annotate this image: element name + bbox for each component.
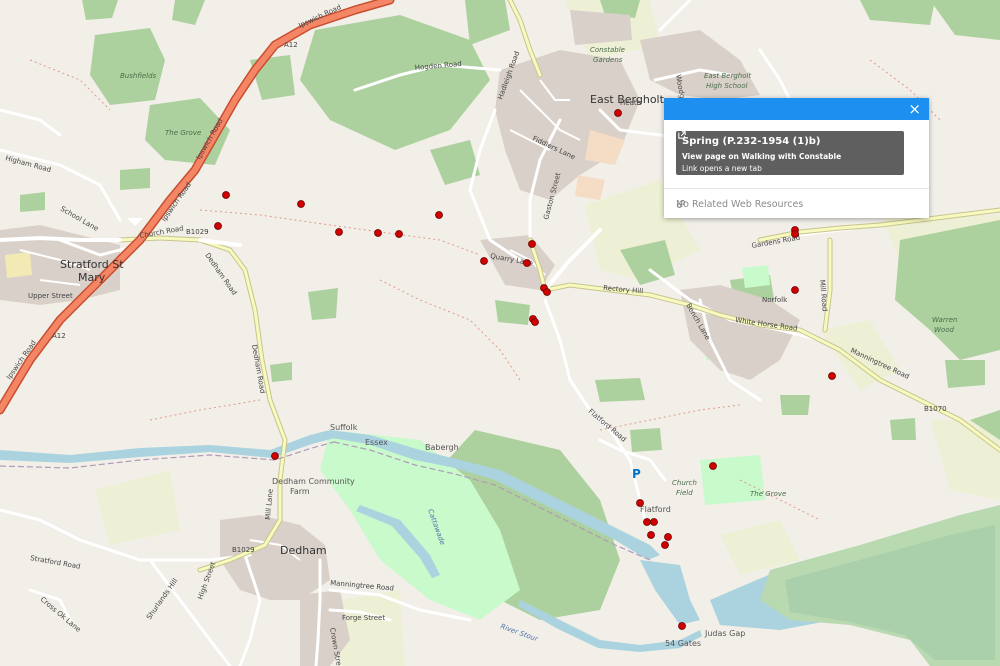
road-label-b1029-1: B1029 (186, 228, 209, 236)
map-canvas[interactable]: East Bergholt Stratford St Mary Dedham D… (0, 0, 1000, 666)
popup-card: Spring (P.232-1954 (1)b) View page on Wa… (676, 131, 904, 175)
map-marker[interactable]: Walking with Constable site (791, 286, 799, 294)
map-marker[interactable]: Walking with Constable site (647, 531, 655, 539)
popup-header: × (664, 98, 929, 120)
place-label-flatford: Flatford (640, 505, 671, 514)
view-page-link-label[interactable]: View page on Walking with Constable (682, 152, 841, 161)
map-marker[interactable]: Walking with Constable site (214, 222, 222, 230)
road-label-rectory-hill: Rectory Hill (603, 284, 644, 295)
place-label-church-field-1: Church (672, 479, 697, 487)
related-resources: No Related Web Resources (676, 199, 803, 210)
place-label-dedham: Dedham (280, 544, 327, 557)
place-label-stratford-1: Stratford St (60, 258, 124, 271)
place-label-constable-gardens-2: Gardens (593, 56, 623, 64)
map-marker[interactable]: Walking with Constable site (531, 318, 539, 326)
boundary-label-babergh: Babergh (425, 443, 459, 452)
map-marker[interactable]: Walking with Constable site (643, 518, 651, 526)
map-marker[interactable]: Walking with Constable site (374, 229, 382, 237)
popup-divider (664, 188, 929, 189)
sports-area (575, 175, 605, 200)
map-marker[interactable]: Walking with Constable site (435, 211, 443, 219)
no-resources-label: No Related Web Resources (676, 199, 804, 210)
place-label-stratford-2: Mary (78, 271, 106, 284)
road-label-a12-tag: A12 (284, 41, 298, 49)
external-link-icon[interactable] (678, 131, 686, 139)
place-label-warren-wood-2: Wood (934, 326, 954, 334)
map-marker[interactable]: Walking with Constable site (480, 257, 488, 265)
road-label-shurlands-hill: Shurlands Hill (145, 577, 179, 621)
place-label-dedham-farm-2: Farm (290, 487, 310, 496)
close-icon[interactable]: × (908, 100, 921, 118)
map-marker[interactable]: Walking with Constable site (395, 230, 403, 238)
road-label-b1029-2: B1029 (232, 546, 255, 554)
road-label-mill-lane: Mill Lane (264, 489, 275, 521)
road-label-norfolk: Norfolk (762, 296, 788, 304)
popup-title: Spring (P.232-1954 (1)b) (682, 136, 821, 147)
place-label-warren-wood-1: Warren (932, 316, 957, 324)
road-label-b1070: B1070 (924, 405, 947, 413)
road-label-forge-street: Forge Street (342, 614, 385, 622)
map-marker[interactable]: Walking with Constable site (222, 191, 230, 199)
map-marker[interactable]: Walking with Constable site (709, 462, 717, 470)
map-marker[interactable]: Walking with Constable site (523, 259, 531, 267)
boundary-label-essex: Essex (365, 438, 388, 447)
map-marker[interactable]: Walking with Constable site (543, 288, 551, 296)
map-marker[interactable]: Walking with Constable site (791, 230, 799, 238)
map-marker[interactable]: Walking with Constable site (297, 200, 305, 208)
place-label-school-1: East Bergholt (704, 72, 751, 80)
map-marker[interactable]: Walking with Constable site (636, 499, 644, 507)
map-marker[interactable]: Walking with Constable site (271, 452, 279, 460)
map-marker[interactable]: Walking with Constable site (335, 228, 343, 236)
place-label-church-field-2: Field (676, 489, 693, 497)
road-label-upper-street: Upper Street (28, 292, 73, 300)
map-marker[interactable]: Walking with Constable site (664, 533, 672, 541)
school-area (5, 252, 32, 278)
map-marker[interactable]: Walking with Constable site (614, 109, 622, 117)
popup-pointer (127, 218, 143, 226)
place-label-school-2: High School (706, 82, 748, 90)
place-label-constable-gardens-1: Constable (590, 46, 625, 54)
map-marker[interactable]: Walking with Constable site (678, 622, 686, 630)
map-marker[interactable]: Walking with Constable site (661, 541, 669, 549)
place-label-judas-gap: Judas Gap (704, 629, 745, 638)
road-label-high-street: High Street (196, 561, 217, 601)
map-marker[interactable]: Walking with Constable site (828, 372, 836, 380)
place-label-the-grove-2: The Grove (750, 490, 786, 498)
map-marker[interactable]: Walking with Constable site (650, 518, 658, 526)
place-label-bushfields: Bushfields (120, 72, 157, 80)
place-label-54-gates: 54 Gates (665, 639, 701, 648)
parking-icon: P (632, 467, 641, 481)
road-label-stratford-road: Stratford Road (30, 554, 81, 571)
place-label-dedham-farm-1: Dedham Community (272, 477, 355, 486)
place-label-the-grove-1: The Grove (165, 129, 201, 137)
link-icon (677, 200, 685, 208)
site-popup: × Spring (P.232-1954 (1)b) View page on … (664, 98, 929, 218)
road-label-a12-tag-2: A12 (52, 332, 66, 340)
boundary-label-suffolk: Suffolk (330, 423, 358, 432)
road-label-school-lane: School Lane (59, 205, 100, 233)
water-label-river-stour: River Stour (499, 622, 540, 643)
road-label-dedham-road-1: Dedham Road (203, 252, 238, 297)
map-marker[interactable]: Walking with Constable site (528, 240, 536, 248)
road-label-heath-road: Heath (620, 99, 641, 107)
popup-link-note: Link opens a new tab (682, 164, 762, 173)
view-page-link[interactable]: View page on Walking with Constable (678, 131, 898, 161)
road-label-mill-road: Mill Road (818, 279, 829, 311)
